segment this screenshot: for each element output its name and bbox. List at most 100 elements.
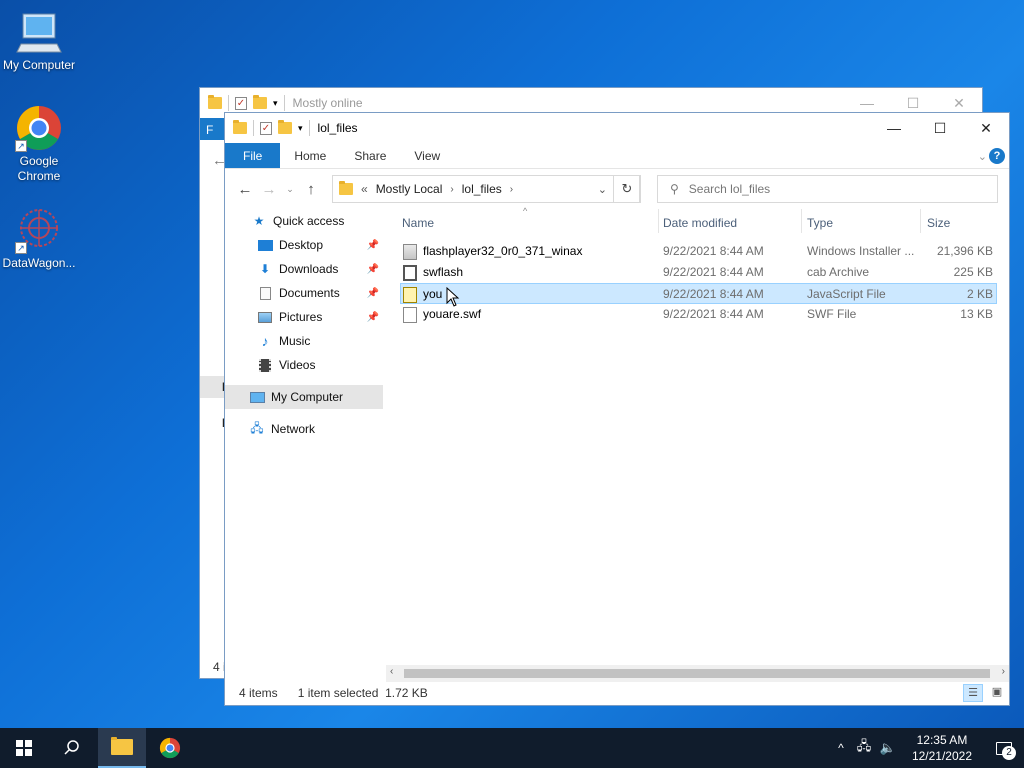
expand-ribbon-icon[interactable]: ⌄ <box>978 143 987 169</box>
nav-item-documents[interactable]: Documents 📌 <box>225 281 383 305</box>
column-name[interactable]: Name <box>402 216 434 230</box>
minimize-button[interactable]: — <box>871 113 917 143</box>
chevron-right-icon[interactable]: › <box>450 184 453 195</box>
breadcrumb-lol-files[interactable]: lol_files <box>462 182 502 196</box>
column-headers: ^ Name Date modified Type Size <box>386 206 1011 237</box>
column-type[interactable]: Type <box>807 216 833 230</box>
nav-pane-item-partial[interactable]: l <box>200 376 226 398</box>
file-name: swflash <box>423 265 464 279</box>
details-view-icon[interactable]: ☰ <box>963 684 983 702</box>
search-input[interactable]: ⚲ Search lol_files <box>657 175 998 203</box>
desktop-icon <box>257 238 273 252</box>
file-row-selected[interactable]: you 9/22/2021 8:44 AM JavaScript File 2 … <box>400 283 997 304</box>
scroll-right-icon[interactable]: › <box>1002 666 1005 677</box>
nav-item-music[interactable]: ♪ Music <box>225 329 383 353</box>
shortcut-arrow-icon: ↗ <box>15 242 27 254</box>
file-size: 2 KB <box>966 287 993 301</box>
forward-arrow-icon[interactable]: → <box>257 181 281 198</box>
file-date: 9/22/2021 8:44 AM <box>663 287 764 301</box>
desktop-icon-label: My Computer <box>2 58 76 72</box>
scroll-left-icon[interactable]: ‹ <box>390 666 393 677</box>
start-button[interactable] <box>0 728 48 768</box>
file-type: Windows Installer ... <box>807 244 915 258</box>
pin-icon[interactable]: 📌 <box>367 288 379 299</box>
pin-icon[interactable]: 📌 <box>367 312 379 323</box>
volume-icon[interactable]: 🔈 <box>876 740 900 756</box>
file-row[interactable]: flashplayer32_0r0_371_winax 9/22/2021 8:… <box>386 241 1011 262</box>
file-type: JavaScript File <box>807 287 886 301</box>
new-folder-icon[interactable] <box>253 95 267 109</box>
nav-item-videos[interactable]: Videos <box>225 353 383 377</box>
file-list: ^ Name Date modified Type Size flashplay… <box>386 206 1011 325</box>
clock-date: 12/21/2022 <box>911 749 972 763</box>
file-explorer-icon <box>111 737 133 755</box>
action-center-button[interactable]: 2 <box>984 728 1024 768</box>
tab-view[interactable]: View <box>400 143 454 168</box>
properties-icon[interactable]: ✓ <box>260 121 272 135</box>
chrome-icon <box>159 737 181 759</box>
explorer-window[interactable]: ✓ ▾ lol_files — ☐ ✕ File Home Share View… <box>224 112 1010 706</box>
tab-home[interactable]: Home <box>280 143 340 168</box>
search-icon: ⚲ <box>670 182 679 196</box>
maximize-button[interactable]: ☐ <box>917 113 963 143</box>
show-hidden-icons-icon[interactable]: ^ <box>830 741 852 755</box>
folder-icon <box>208 95 222 109</box>
address-overflow[interactable]: « <box>361 182 368 196</box>
pin-icon[interactable]: 📌 <box>367 264 379 275</box>
taskbar-chrome[interactable] <box>146 728 194 768</box>
search-button[interactable] <box>48 728 96 768</box>
help-icon[interactable]: ? <box>989 148 1005 164</box>
address-dropdown-icon[interactable]: ⌄ <box>598 183 607 196</box>
nav-network[interactable]: 🖧 Network <box>225 417 383 441</box>
new-folder-icon[interactable] <box>278 120 292 134</box>
address-bar[interactable]: « Mostly Local › lol_files › ⌄ <box>332 175 640 203</box>
properties-icon[interactable]: ✓ <box>235 96 247 110</box>
taskbar-file-explorer[interactable] <box>98 728 146 768</box>
blank-file-icon <box>403 307 417 323</box>
pictures-icon <box>257 310 273 324</box>
nav-quick-access[interactable]: ★ Quick access <box>225 209 383 233</box>
up-arrow-icon[interactable]: ↑ <box>299 181 323 198</box>
sort-indicator-icon: ^ <box>523 206 528 216</box>
documents-icon <box>257 286 273 300</box>
network-status-icon[interactable]: 🖧 <box>852 737 876 759</box>
file-row[interactable]: swflash 9/22/2021 8:44 AM cab Archive 22… <box>386 262 1011 283</box>
large-icons-view-icon[interactable]: ▣ <box>987 684 1007 702</box>
ribbon-file-tab[interactable]: F <box>200 118 226 140</box>
customize-toolbar-icon[interactable]: ▾ <box>298 123 303 134</box>
breadcrumb-mostly-local[interactable]: Mostly Local <box>376 182 443 196</box>
taskbar: ^ 🖧 🔈 12:35 AM 12/21/2022 2 <box>0 728 1024 768</box>
computer-icon <box>15 8 63 56</box>
pin-icon[interactable]: 📌 <box>367 240 379 251</box>
desktop-icon-my-computer[interactable]: My Computer <box>0 8 78 73</box>
nav-item-downloads[interactable]: ⬇ Downloads 📌 <box>225 257 383 281</box>
tab-file[interactable]: File <box>225 143 281 168</box>
customize-toolbar-icon[interactable]: ▾ <box>273 98 278 109</box>
clock[interactable]: 12:35 AM 12/21/2022 <box>900 732 984 764</box>
videos-icon <box>257 358 273 372</box>
back-arrow-icon[interactable]: ← <box>233 181 257 198</box>
recent-locations-chevron-icon[interactable]: ⌄ <box>281 184 299 195</box>
chevron-right-icon[interactable]: › <box>510 184 513 195</box>
cab-archive-icon <box>403 265 417 281</box>
window-title: lol_files <box>317 121 358 135</box>
search-icon <box>64 740 79 755</box>
nav-my-computer[interactable]: My Computer <box>225 385 383 409</box>
column-size[interactable]: Size <box>927 216 950 230</box>
nav-item-desktop[interactable]: Desktop 📌 <box>225 233 383 257</box>
file-date: 9/22/2021 8:44 AM <box>663 265 764 279</box>
title-bar[interactable]: ✓ ▾ lol_files — ☐ ✕ <box>225 113 1009 143</box>
file-row[interactable]: youare.swf 9/22/2021 8:44 AM SWF File 13… <box>386 304 1011 325</box>
desktop-icon-google-chrome[interactable]: ↗ Google Chrome <box>0 104 78 184</box>
column-date-modified[interactable]: Date modified <box>663 216 737 230</box>
horizontal-scrollbar[interactable]: ‹ › <box>386 665 1009 682</box>
desktop-icon-datawagon[interactable]: ↗ DataWagon... <box>0 206 78 271</box>
tab-share[interactable]: Share <box>340 143 400 168</box>
close-button[interactable]: ✕ <box>963 113 1009 143</box>
nav-item-pictures[interactable]: Pictures 📌 <box>225 305 383 329</box>
scrollbar-thumb[interactable] <box>404 669 990 678</box>
computer-icon <box>249 390 265 404</box>
navigation-bar: ← → ⌄ ↑ « Mostly Local › lol_files › ⌄ ↻… <box>225 169 1009 209</box>
search-placeholder: Search lol_files <box>688 182 771 196</box>
refresh-button[interactable]: ↻ <box>613 175 641 203</box>
